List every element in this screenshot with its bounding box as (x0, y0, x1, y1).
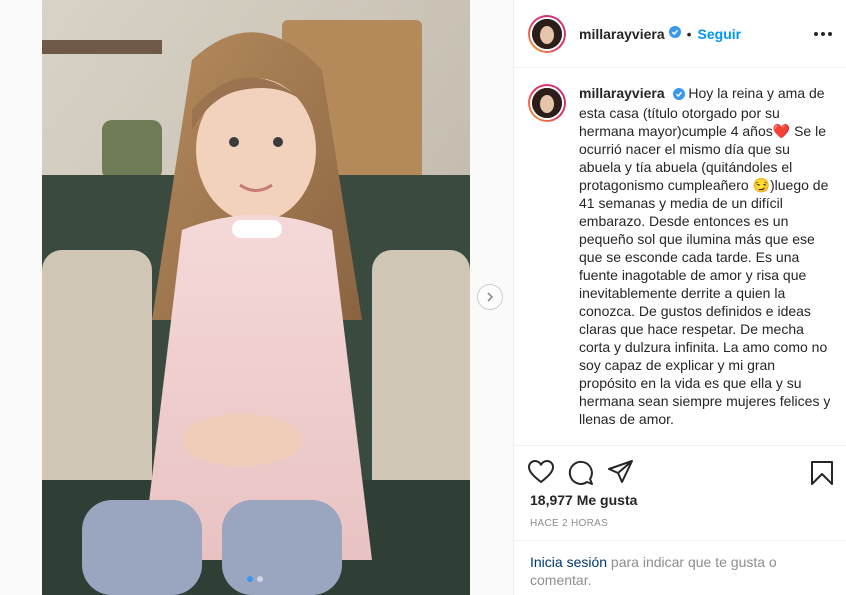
carousel-dot-2 (257, 576, 263, 582)
avatar-image (532, 18, 562, 49)
post-actions-bar (527, 459, 834, 489)
caption-section: millarayviera Hoy la reina y ama de esta… (514, 68, 846, 446)
author-avatar[interactable] (528, 14, 566, 53)
verified-badge-icon (668, 25, 681, 43)
login-link[interactable]: Inicia sesión (530, 554, 607, 570)
caption-text: Hoy la reina y ama de esta casa (título … (579, 85, 831, 427)
more-options-icon[interactable] (814, 31, 832, 36)
comment-icon[interactable] (568, 460, 594, 491)
photo-of-girl-on-sofa (42, 0, 470, 595)
caption-username[interactable]: millarayviera (579, 85, 665, 101)
bookmark-icon[interactable] (810, 460, 834, 491)
caption-author-avatar[interactable] (528, 84, 566, 122)
login-prompt: Inicia sesión para indicar que te gusta … (514, 540, 846, 589)
likes-count[interactable]: 18,977 Me gusta (530, 492, 637, 508)
carousel-indicator (247, 576, 263, 582)
post-media-column (0, 0, 513, 595)
heart-icon[interactable] (527, 459, 555, 489)
carousel-dot-1 (247, 576, 253, 582)
post-caption: millarayviera Hoy la reina y ama de esta… (579, 84, 834, 445)
author-username[interactable]: millarayviera (579, 26, 665, 42)
post-photo[interactable] (42, 0, 470, 595)
post-header: millarayviera • Seguir (514, 0, 846, 68)
post-details-panel: millarayviera • Seguir millarayviera Hoy… (513, 0, 846, 595)
next-slide-button[interactable] (477, 284, 503, 310)
verified-badge-icon (672, 86, 685, 104)
follow-button[interactable]: Seguir (698, 26, 742, 42)
share-icon[interactable] (608, 460, 634, 489)
header-separator: • (686, 25, 692, 42)
avatar-image (532, 88, 562, 118)
chevron-right-icon (487, 292, 494, 302)
post-timestamp[interactable]: HACE 2 HORAS (530, 518, 608, 529)
